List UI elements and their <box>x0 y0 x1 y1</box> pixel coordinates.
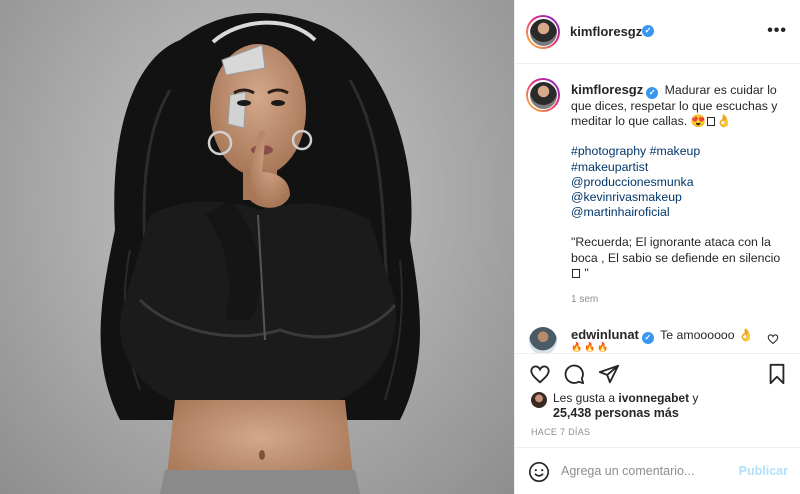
verified-icon: ✓ <box>641 332 654 344</box>
hashtag-link[interactable]: #makeupartist <box>571 160 648 174</box>
likes-conj: y <box>692 391 699 405</box>
post-side-panel: kimfloresgz ✓ ••• kimfloresgz ✓ Madurar e… <box>514 0 800 494</box>
comment-fire-emojis: 🔥🔥🔥 <box>571 343 611 353</box>
comment-text: Te amoooooo <box>660 328 735 342</box>
mention-link[interactable]: @martinhairoficial <box>571 205 670 219</box>
verified-icon: ✓ <box>646 87 659 99</box>
likes-prefix: Les gusta a <box>553 391 616 405</box>
post-photo[interactable] <box>0 0 514 494</box>
heart-icon[interactable] <box>529 363 551 385</box>
caption-quote: "Recuerda; El ignorante ataca con la boc… <box>571 235 781 265</box>
add-comment-bar: Publicar <box>515 447 800 494</box>
action-bar <box>515 353 800 389</box>
caption-author-avatar[interactable] <box>526 78 560 112</box>
caption-quote-end: " <box>581 265 589 280</box>
comment-emoji: 👌 <box>738 328 754 342</box>
commenter-username[interactable]: edwinlunat <box>571 327 639 342</box>
caption-time[interactable]: 1 sem <box>571 294 598 305</box>
publish-button[interactable]: Publicar <box>739 464 788 478</box>
bookmark-icon[interactable] <box>767 363 787 385</box>
liker-avatar[interactable] <box>531 392 547 408</box>
comment-like-icon[interactable] <box>767 333 779 345</box>
comment-item: edwinlunat ✓ Te amoooooo 👌 <box>571 327 753 344</box>
mention-link[interactable]: @produccionesmunka <box>571 175 694 189</box>
mention-link[interactable]: @kevinrivasmakeup <box>571 190 682 204</box>
caption-emoji: 👌 <box>715 114 732 129</box>
photo-illustration <box>100 13 421 494</box>
author-username[interactable]: kimfloresgz <box>570 24 642 39</box>
missing-glyph-icon <box>572 268 580 278</box>
post-caption: kimfloresgz ✓ Madurar es cuidar lo que di… <box>571 82 793 296</box>
comment-input[interactable] <box>561 462 731 480</box>
comment-icon[interactable] <box>563 363 585 385</box>
post-header: kimfloresgz ✓ ••• <box>515 0 800 64</box>
author-avatar[interactable] <box>526 15 560 49</box>
more-icon[interactable]: ••• <box>767 22 787 40</box>
commenter-avatar[interactable] <box>529 327 557 353</box>
verified-icon: ✓ <box>642 25 654 37</box>
share-icon[interactable] <box>598 363 620 385</box>
likes-count[interactable]: 25,438 personas más <box>553 406 679 420</box>
liker-username[interactable]: ivonnegabet <box>618 391 689 405</box>
hashtag-link[interactable]: #makeup <box>650 144 701 158</box>
hashtag-link[interactable]: #photography <box>571 144 646 158</box>
post-view: kimfloresgz ✓ ••• kimfloresgz ✓ Madurar e… <box>0 0 800 494</box>
missing-glyph-icon <box>706 117 715 127</box>
caption-username[interactable]: kimfloresgz <box>571 82 643 97</box>
post-date[interactable]: HACE 7 DÍAS <box>531 427 590 437</box>
comments-section: kimfloresgz ✓ Madurar es cuidar lo que di… <box>515 65 800 353</box>
likes-line: Les gusta a ivonnegabet y <box>553 391 698 405</box>
smile-icon[interactable] <box>528 461 550 483</box>
